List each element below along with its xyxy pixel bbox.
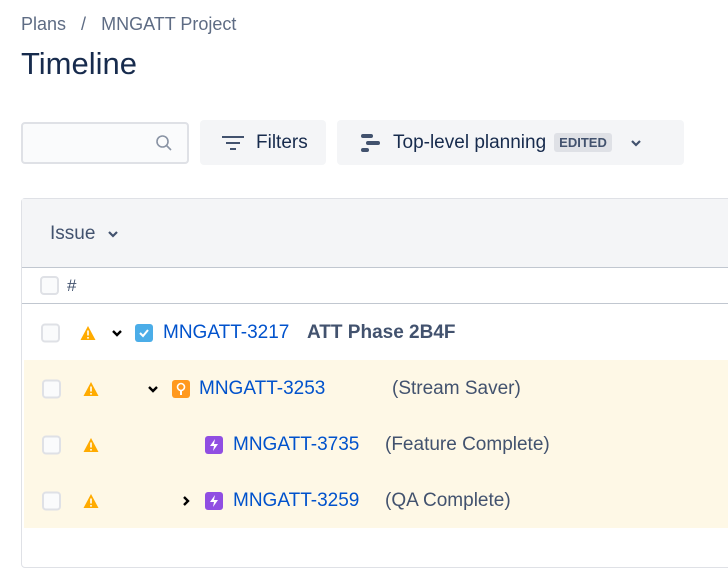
chevron-down-icon[interactable] (111, 329, 123, 337)
chevron-down-icon (631, 139, 641, 147)
filter-icon (222, 135, 244, 150)
idea-icon (172, 380, 190, 398)
edited-badge: EDITED (554, 133, 612, 152)
epic-icon (205, 436, 223, 454)
warning-icon (83, 438, 99, 452)
page-title: Timeline (21, 46, 137, 81)
issue-summary: (Stream Saver) (392, 378, 521, 399)
filters-label: Filters (256, 131, 308, 153)
breadcrumb-project[interactable]: MNGATT Project (101, 14, 236, 34)
issue-key-link[interactable]: MNGATT-3217 (163, 322, 289, 344)
issue-key-link[interactable]: MNGATT-3253 (199, 378, 325, 400)
table-row[interactable]: MNGATT-3217 ATT Phase 2B4F (0, 305, 728, 361)
issue-column-header[interactable]: Issue (50, 223, 119, 245)
warning-icon (80, 326, 96, 340)
warning-icon (83, 494, 99, 508)
chevron-right-icon[interactable] (182, 495, 190, 507)
hierarchy-icon (361, 133, 380, 152)
issue-key-link[interactable]: MNGATT-3735 (233, 434, 359, 456)
chevron-down-icon[interactable] (147, 385, 159, 393)
row-checkbox[interactable] (41, 323, 60, 343)
view-settings-dropdown[interactable]: Top-level planning EDITED (337, 120, 684, 165)
breadcrumb: Plans / MNGATT Project (21, 14, 236, 35)
row-checkbox[interactable] (42, 435, 61, 455)
issue-header-label: Issue (50, 223, 96, 244)
hash-label: # (67, 276, 77, 295)
issue-key-link[interactable]: MNGATT-3259 (233, 490, 359, 512)
table-row[interactable]: MNGATT-3735 (Feature Complete) (0, 417, 728, 473)
warning-icon (83, 382, 99, 396)
select-all-row: # (22, 268, 728, 304)
breadcrumb-separator: / (81, 14, 87, 34)
chevron-down-icon (108, 231, 119, 238)
epic-icon (205, 492, 223, 510)
search-icon (156, 135, 172, 151)
table-row[interactable]: MNGATT-3253 (Stream Saver) (0, 361, 728, 417)
table-row[interactable]: MNGATT-3259 (QA Complete) (0, 473, 728, 529)
table-header: Issue (22, 199, 728, 268)
select-all-checkbox[interactable] (40, 276, 59, 295)
search-input[interactable] (21, 122, 189, 164)
breadcrumb-plans[interactable]: Plans (21, 14, 66, 34)
row-checkbox[interactable] (42, 491, 61, 511)
issue-summary: ATT Phase 2B4F (307, 322, 456, 343)
task-icon (135, 324, 153, 342)
view-label: Top-level planning (393, 131, 547, 153)
row-checkbox[interactable] (42, 379, 61, 399)
filters-button[interactable]: Filters (200, 120, 326, 165)
issue-summary: (QA Complete) (385, 490, 511, 511)
issue-summary: (Feature Complete) (385, 434, 550, 455)
